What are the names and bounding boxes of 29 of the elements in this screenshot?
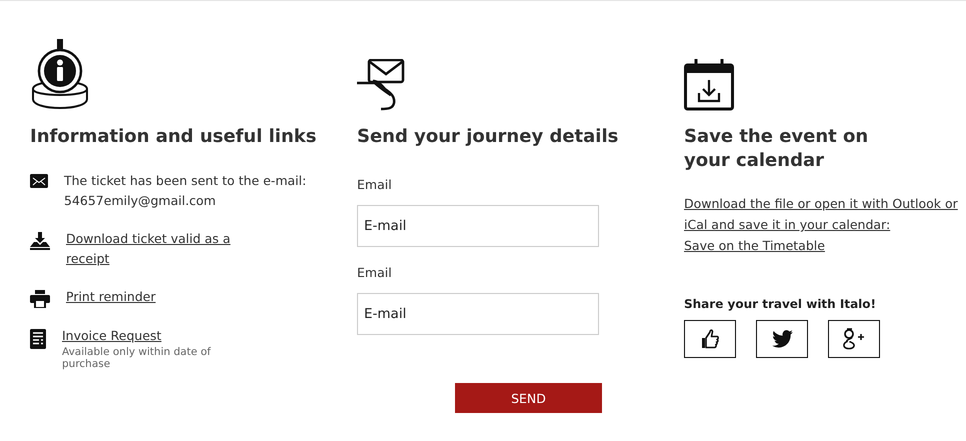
field-label: Email (357, 177, 392, 193)
envelope-icon (30, 174, 48, 188)
g-plus-icon (842, 328, 866, 350)
email-field[interactable]: E-mail (357, 205, 599, 247)
email-field[interactable]: E-mail (357, 293, 599, 335)
info-text: The ticket has been sent to the e-mail: (64, 172, 306, 190)
google-plus-button[interactable] (828, 320, 880, 358)
document-icon (30, 329, 46, 349)
send-button[interactable]: SEND (455, 383, 602, 413)
calendar-download-icon (684, 59, 734, 111)
printer-icon (30, 290, 50, 308)
email-address: 54657emily@gmail.com (64, 192, 216, 210)
thumbs-up-icon (701, 329, 719, 349)
section-heading: Send your journey details (357, 125, 618, 149)
info-icon (30, 39, 90, 111)
link[interactable]: Download ticket valid as a receipt (66, 229, 236, 269)
section-heading: Information and useful links (30, 125, 316, 149)
link[interactable]: Invoice Request (62, 326, 162, 346)
download-icon (30, 232, 50, 250)
link[interactable]: Print reminder (66, 287, 156, 307)
calendar-link[interactable]: Download the file or open it with Outlook or iCal and save it in your calendar: (684, 193, 959, 235)
twitter-button[interactable] (756, 320, 808, 358)
note-text: Available only within date of purchase (62, 346, 212, 370)
bird-icon (771, 330, 793, 348)
section-heading: Save the event on your calendar (684, 125, 870, 173)
share-label: Share your travel with Italo! (684, 296, 876, 312)
like-button[interactable] (684, 320, 736, 358)
timetable-link[interactable]: Save on the Timetable (684, 235, 825, 256)
field-label: Email (357, 265, 392, 281)
